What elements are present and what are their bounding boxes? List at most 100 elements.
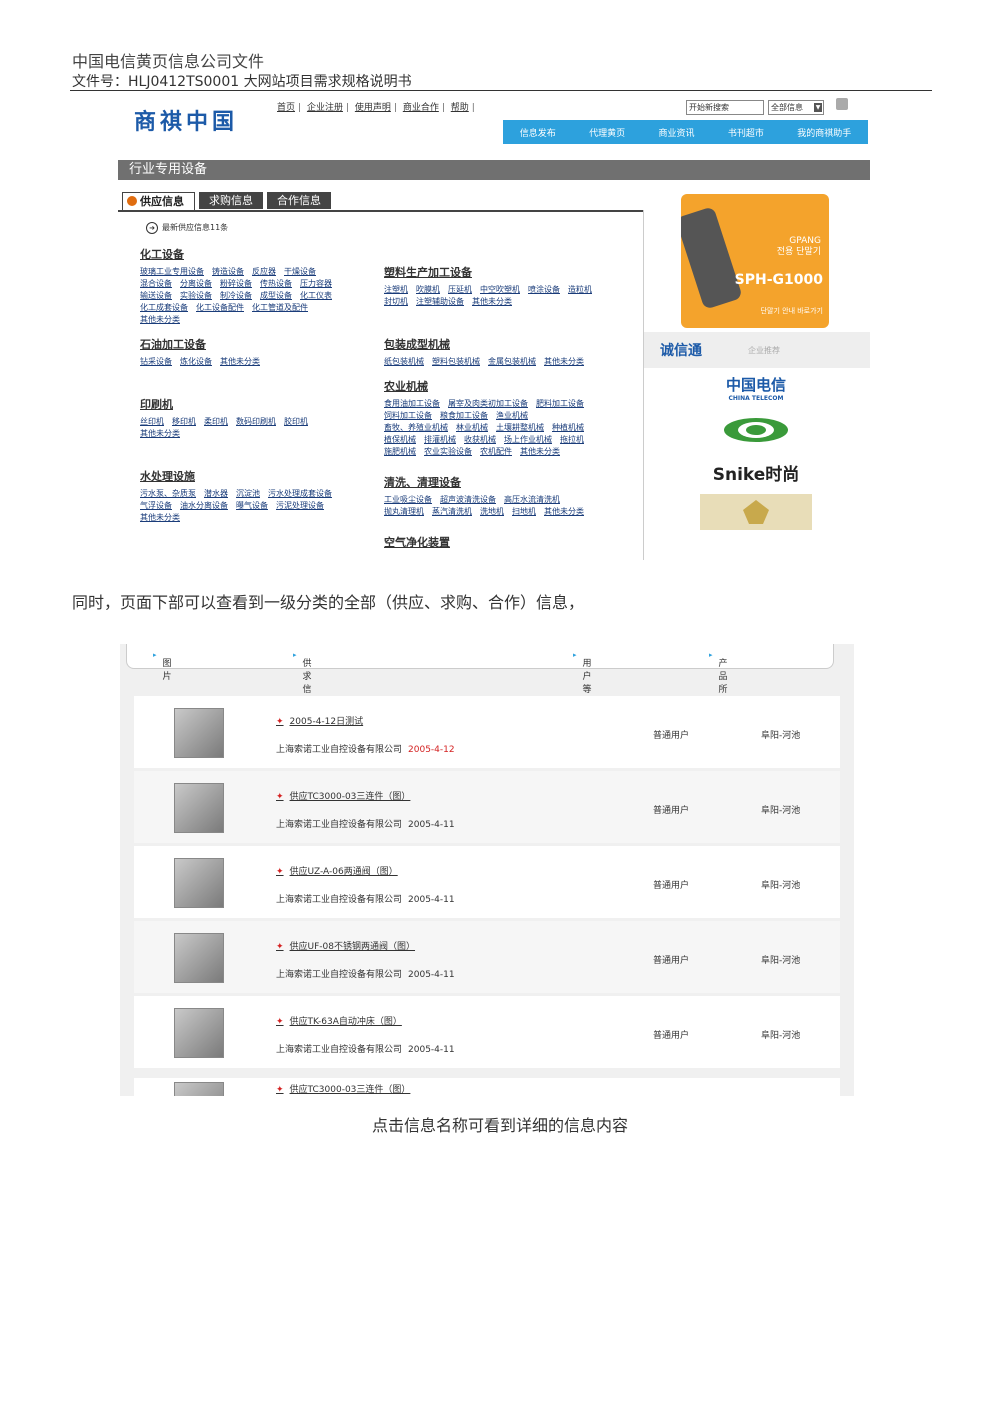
subcategory-link[interactable]: 传热设备: [260, 278, 292, 290]
product-thumbnail[interactable]: [174, 1008, 224, 1058]
product-title-link[interactable]: ✦ 供应UZ-A-06两通阀（图）: [276, 864, 398, 877]
subcategory-link[interactable]: 农机配件: [480, 446, 512, 458]
list-row[interactable]: ✦ 供应TK-63A自动冲床（图） 上海索诺工业自控设备有限公司 2005-4-11 普…: [134, 996, 840, 1071]
category-title[interactable]: 印刷机: [140, 396, 362, 412]
subcategory-link[interactable]: 渔业机械: [496, 410, 528, 422]
china-telecom-logo[interactable]: 中国电信 CHINA TELECOM: [700, 370, 812, 406]
nav-terms[interactable]: 使用声明: [355, 103, 391, 113]
subcategory-link[interactable]: 化工设备配件: [196, 302, 244, 314]
subcategory-link[interactable]: 污水处理成套设备: [268, 488, 332, 500]
subcategory-link[interactable]: 粉碎设备: [220, 278, 252, 290]
list-row-partial[interactable]: ✦ 供应TC3000-03三连件（图）: [134, 1078, 840, 1096]
subcategory-link[interactable]: 输送设备: [140, 290, 172, 302]
nav-home[interactable]: 首页: [277, 103, 295, 113]
tab-purchase[interactable]: 求购信息: [199, 192, 263, 209]
category-title[interactable]: 清洗、清理设备: [384, 474, 606, 490]
subcategory-link[interactable]: 农业实验设备: [424, 446, 472, 458]
company-name[interactable]: 上海索诺工业自控设备有限公司: [276, 820, 402, 830]
subcategory-link[interactable]: 饲料加工设备: [384, 410, 432, 422]
nav-assistant[interactable]: 我的商祺助手: [797, 126, 851, 139]
subcategory-link[interactable]: 封切机: [384, 296, 408, 308]
subcategory-link[interactable]: 沉淀池: [236, 488, 260, 500]
latest-supply[interactable]: ➜ 最新供应信息11条: [146, 222, 228, 234]
subcategory-link[interactable]: 场上作业机械: [504, 434, 552, 446]
subcategory-link[interactable]: 其他未分类: [140, 512, 180, 524]
subcategory-link[interactable]: 粮食加工设备: [440, 410, 488, 422]
nav-register[interactable]: 企业注册: [307, 103, 343, 113]
subcategory-link[interactable]: 分离设备: [180, 278, 212, 290]
product-title-link[interactable]: ✦ 供应TC3000-03三连件（图）: [276, 1082, 410, 1095]
subcategory-link[interactable]: 铸造设备: [212, 266, 244, 278]
subcategory-link[interactable]: 造粒机: [568, 284, 592, 296]
subcategory-link[interactable]: 其他未分类: [140, 314, 180, 326]
subcategory-link[interactable]: 金属包装机械: [488, 356, 536, 368]
gold-emblem-logo[interactable]: [700, 494, 812, 530]
nav-help[interactable]: 帮助: [451, 103, 469, 113]
subcategory-link[interactable]: 移印机: [172, 416, 196, 428]
subcategory-link[interactable]: 林业机械: [456, 422, 488, 434]
nav-publish[interactable]: 信息发布: [520, 126, 556, 139]
subcategory-link[interactable]: 土壤耕整机械: [496, 422, 544, 434]
subcategory-link[interactable]: 拖拉机: [560, 434, 584, 446]
subcategory-link[interactable]: 其他未分类: [520, 446, 560, 458]
search-input[interactable]: 开始新搜索: [686, 100, 764, 115]
subcategory-link[interactable]: 食用油加工设备: [384, 398, 440, 410]
product-thumbnail[interactable]: [174, 933, 224, 983]
subcategory-link[interactable]: 纸包装机械: [384, 356, 424, 368]
subcategory-link[interactable]: 其他未分类: [140, 428, 180, 440]
nav-business[interactable]: 商业合作: [403, 103, 439, 113]
phone-ad-banner[interactable]: GPANG 전용 단말기 SPH-G1000 단말기 안내 바로가기: [681, 194, 829, 328]
subcategory-link[interactable]: 实验设备: [180, 290, 212, 302]
list-row[interactable]: ✦ 供应UZ-A-06两通阀（图） 上海索诺工业自控设备有限公司 2005-4-11 普…: [134, 846, 840, 921]
category-title[interactable]: 水处理设施: [140, 468, 362, 484]
product-title-link[interactable]: ✦ 2005-4-12日测试: [276, 714, 363, 727]
green-brand-logo[interactable]: [700, 412, 812, 448]
subcategory-link[interactable]: 化工成套设备: [140, 302, 188, 314]
subcategory-link[interactable]: 化工管道及配件: [252, 302, 308, 314]
tab-cooperation[interactable]: 合作信息: [267, 192, 331, 209]
nav-bookstore[interactable]: 书刊超市: [728, 126, 764, 139]
subcategory-link[interactable]: 潜水器: [204, 488, 228, 500]
subcategory-link[interactable]: 注塑机: [384, 284, 408, 296]
product-title-link[interactable]: ✦ 供应TK-63A自动冲床（图）: [276, 1014, 402, 1027]
subcategory-link[interactable]: 曝气设备: [236, 500, 268, 512]
subcategory-link[interactable]: 混合设备: [140, 278, 172, 290]
subcategory-link[interactable]: 钻采设备: [140, 356, 172, 368]
company-name[interactable]: 上海索诺工业自控设备有限公司: [276, 895, 402, 905]
category-title[interactable]: 包装成型机械: [384, 336, 606, 352]
subcategory-link[interactable]: 肥料加工设备: [536, 398, 584, 410]
subcategory-link[interactable]: 干燥设备: [284, 266, 316, 278]
subcategory-link[interactable]: 排灌机械: [424, 434, 456, 446]
subcategory-link[interactable]: 高压水流清洗机: [504, 494, 560, 506]
list-row[interactable]: ✦ 供应TC3000-03三连件（图） 上海索诺工业自控设备有限公司 2005-4-1…: [134, 771, 840, 846]
subcategory-link[interactable]: 炼化设备: [180, 356, 212, 368]
subcategory-link[interactable]: 工业吸尘设备: [384, 494, 432, 506]
subcategory-link[interactable]: 塑料包装机械: [432, 356, 480, 368]
product-thumbnail[interactable]: [174, 1082, 224, 1096]
company-name[interactable]: 上海索诺工业自控设备有限公司: [276, 970, 402, 980]
subcategory-link[interactable]: 施肥机械: [384, 446, 416, 458]
subcategory-link[interactable]: 成型设备: [260, 290, 292, 302]
subcategory-link[interactable]: 其他未分类: [544, 356, 584, 368]
subcategory-link[interactable]: 丝印机: [140, 416, 164, 428]
search-scope-select[interactable]: 全部信息 ▼: [768, 100, 824, 115]
product-title-link[interactable]: ✦ 供应UF-08不锈钢两通阀（图）: [276, 939, 415, 952]
subcategory-link[interactable]: 玻璃工业专用设备: [140, 266, 204, 278]
list-row[interactable]: ✦ 2005-4-12日测试 上海索诺工业自控设备有限公司 2005-4-12 普通用户…: [134, 696, 840, 771]
site-logo[interactable]: 商祺中国: [134, 104, 238, 136]
nav-yellowpages[interactable]: 代理黄页: [589, 126, 625, 139]
nav-news[interactable]: 商业资讯: [658, 126, 694, 139]
product-title-link[interactable]: ✦ 供应TC3000-03三连件（图）: [276, 789, 410, 802]
subcategory-link[interactable]: 喷涂设备: [528, 284, 560, 296]
company-name[interactable]: 上海索诺工业自控设备有限公司: [276, 745, 402, 755]
product-thumbnail[interactable]: [174, 783, 224, 833]
subcategory-link[interactable]: 其他未分类: [472, 296, 512, 308]
subcategory-link[interactable]: 制冷设备: [220, 290, 252, 302]
subcategory-link[interactable]: 屠宰及肉类初加工设备: [448, 398, 528, 410]
subcategory-link[interactable]: 中空吹塑机: [480, 284, 520, 296]
subcategory-link[interactable]: 气浮设备: [140, 500, 172, 512]
category-title[interactable]: 石油加工设备: [140, 336, 362, 352]
category-title[interactable]: 塑料生产加工设备: [384, 264, 606, 280]
subcategory-link[interactable]: 数码印刷机: [236, 416, 276, 428]
subcategory-link[interactable]: 注塑辅助设备: [416, 296, 464, 308]
